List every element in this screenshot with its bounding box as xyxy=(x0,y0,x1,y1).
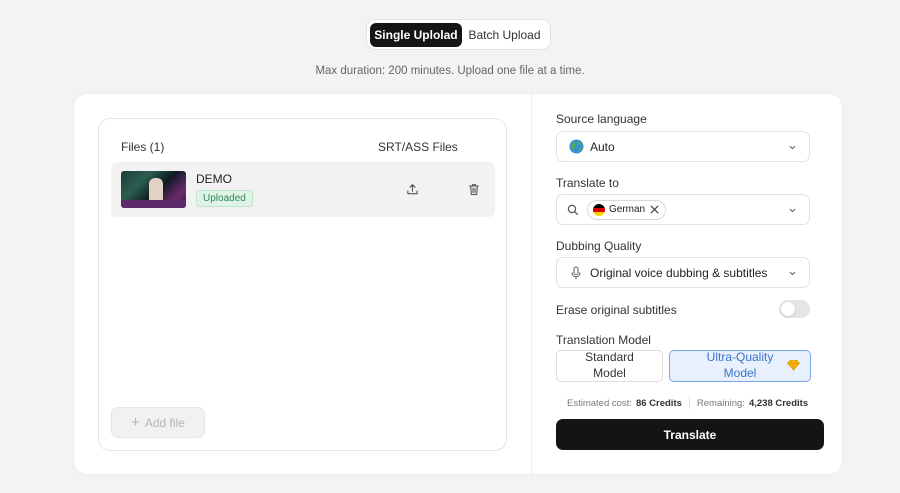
source-language-value: Auto xyxy=(590,139,615,154)
add-file-label: Add file xyxy=(144,415,185,430)
dubbing-quality-label: Dubbing Quality xyxy=(556,239,642,253)
column-divider xyxy=(531,94,532,474)
srt-files-header: SRT/ASS Files xyxy=(378,140,458,154)
erase-subtitles-toggle[interactable] xyxy=(779,300,810,318)
upload-subtitle-icon[interactable] xyxy=(403,180,421,198)
german-flag-icon xyxy=(593,203,605,216)
translate-to-select[interactable]: German xyxy=(556,194,810,225)
standard-model-label: Standard Model xyxy=(585,350,634,380)
dubbing-quality-select[interactable]: Original voice dubbing & subtitles xyxy=(556,257,810,288)
dubbing-quality-value: Original voice dubbing & subtitles xyxy=(590,265,768,280)
search-icon xyxy=(567,204,579,215)
microphone-icon xyxy=(571,265,581,280)
upload-mode-toggle: Single Uplolad Batch Upload xyxy=(366,19,551,50)
remaining-credits-label: Remaining: xyxy=(696,397,745,409)
globe-icon xyxy=(569,139,584,154)
credits-summary: Estimated cost: 86 Credits Remaining: 4,… xyxy=(567,397,808,409)
files-panel: Files (1) SRT/ASS Files DEMO Uploaded + xyxy=(98,118,507,451)
standard-model-option[interactable]: Standard Model xyxy=(556,350,663,382)
files-header: Files (1) xyxy=(121,140,165,154)
batch-upload-tab[interactable]: Batch Upload xyxy=(462,23,547,47)
chevron-down-icon xyxy=(789,208,796,213)
single-upload-tab[interactable]: Single Uplolad xyxy=(370,22,462,47)
upload-limit-note: Max duration: 200 minutes. Upload one fi… xyxy=(315,65,585,77)
translate-to-label: Translate to xyxy=(556,176,619,190)
plus-icon: + xyxy=(131,414,140,431)
estimated-cost-label: Estimated cost: xyxy=(567,397,632,409)
chevron-down-icon xyxy=(789,271,796,276)
uploaded-status-badge: Uploaded xyxy=(196,190,253,207)
chevron-down-icon xyxy=(789,145,796,150)
translation-model-label: Translation Model xyxy=(556,333,651,347)
erase-subtitles-label: Erase original subtitles xyxy=(556,303,677,317)
diamond-icon xyxy=(787,360,800,371)
chip-label: German xyxy=(609,204,646,215)
ultra-quality-model-option[interactable]: Ultra-Quality Model xyxy=(669,350,811,382)
video-thumbnail xyxy=(121,171,186,208)
credits-separator xyxy=(688,397,690,409)
file-name: DEMO xyxy=(196,172,232,186)
ultra-model-label: Ultra-Quality Model xyxy=(706,350,774,380)
file-row[interactable]: DEMO Uploaded xyxy=(111,162,495,217)
main-card: Files (1) SRT/ASS Files DEMO Uploaded + xyxy=(73,93,843,475)
source-language-label: Source language xyxy=(556,112,647,126)
estimated-cost-value: 86 Credits xyxy=(635,397,682,409)
language-chip-german[interactable]: German xyxy=(587,199,667,220)
source-language-select[interactable]: Auto xyxy=(556,131,810,162)
translate-button[interactable]: Translate xyxy=(556,419,824,450)
close-icon[interactable] xyxy=(649,204,660,215)
delete-file-icon[interactable] xyxy=(465,180,483,198)
add-file-button[interactable]: + Add file xyxy=(111,407,205,438)
remaining-credits-value: 4,238 Credits xyxy=(748,397,809,409)
